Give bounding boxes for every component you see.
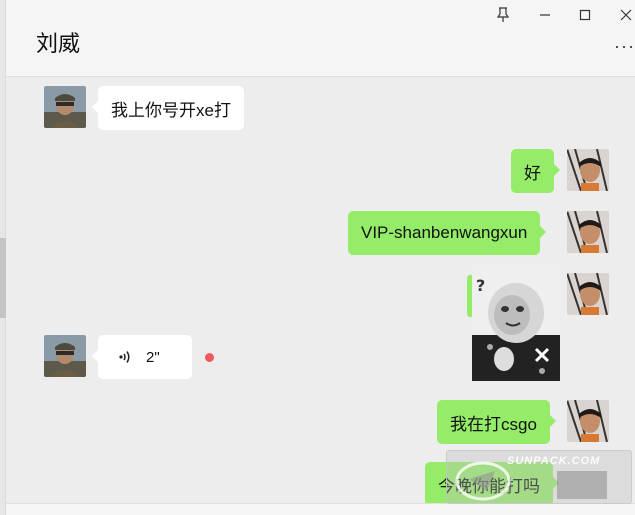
chat-title: 刘威 <box>36 31 81 56</box>
self-avatar[interactable] <box>567 149 609 191</box>
panda-meme-sticker: ? <box>472 265 560 381</box>
chat-messages[interactable]: 我上你号开xe打 好 VIP-shanbenwangxun ? 2" 我在打cs… <box>6 77 635 503</box>
pin-icon <box>496 7 510 22</box>
chat-header: 刘威 ··· <box>6 0 635 77</box>
close-icon <box>620 9 632 21</box>
self-avatar[interactable] <box>567 211 609 253</box>
message-bubble[interactable]: VIP-shanbenwangxun <box>348 211 547 255</box>
message-text: 我上你号开xe打 <box>111 100 231 120</box>
more-options-button[interactable]: ··· <box>614 36 635 57</box>
message-text: VIP-shanbenwangxun <box>361 223 528 242</box>
voice-duration: 2" <box>146 348 160 366</box>
sticker-message[interactable]: ? <box>472 265 560 381</box>
unread-dot <box>205 353 214 362</box>
svg-text:?: ? <box>476 276 485 295</box>
voice-message-bubble[interactable]: 2" <box>92 335 192 379</box>
self-avatar[interactable] <box>567 273 609 315</box>
voice-wave-icon <box>119 351 130 363</box>
maximize-icon <box>579 9 591 21</box>
message-bubble[interactable]: 好 <box>511 149 560 193</box>
message-text: 好 <box>524 163 541 183</box>
watermark-logo: SUNPACK.COM <box>446 450 632 504</box>
maximize-button[interactable] <box>573 4 597 26</box>
self-avatar[interactable] <box>567 400 609 442</box>
message-bubble[interactable]: 我上你号开xe打 <box>92 86 244 130</box>
pin-button[interactable] <box>491 4 515 26</box>
minimize-icon <box>540 14 550 16</box>
message-bubble[interactable]: 我在打csgo <box>437 400 556 444</box>
message-text: 我在打csgo <box>450 414 537 434</box>
contact-avatar[interactable] <box>44 86 86 128</box>
minimize-button[interactable] <box>533 4 557 26</box>
watermark-text: SUNPACK.COM <box>507 455 601 467</box>
close-button[interactable] <box>614 4 635 26</box>
contact-avatar[interactable] <box>44 335 86 377</box>
input-area-edge[interactable] <box>6 503 635 515</box>
